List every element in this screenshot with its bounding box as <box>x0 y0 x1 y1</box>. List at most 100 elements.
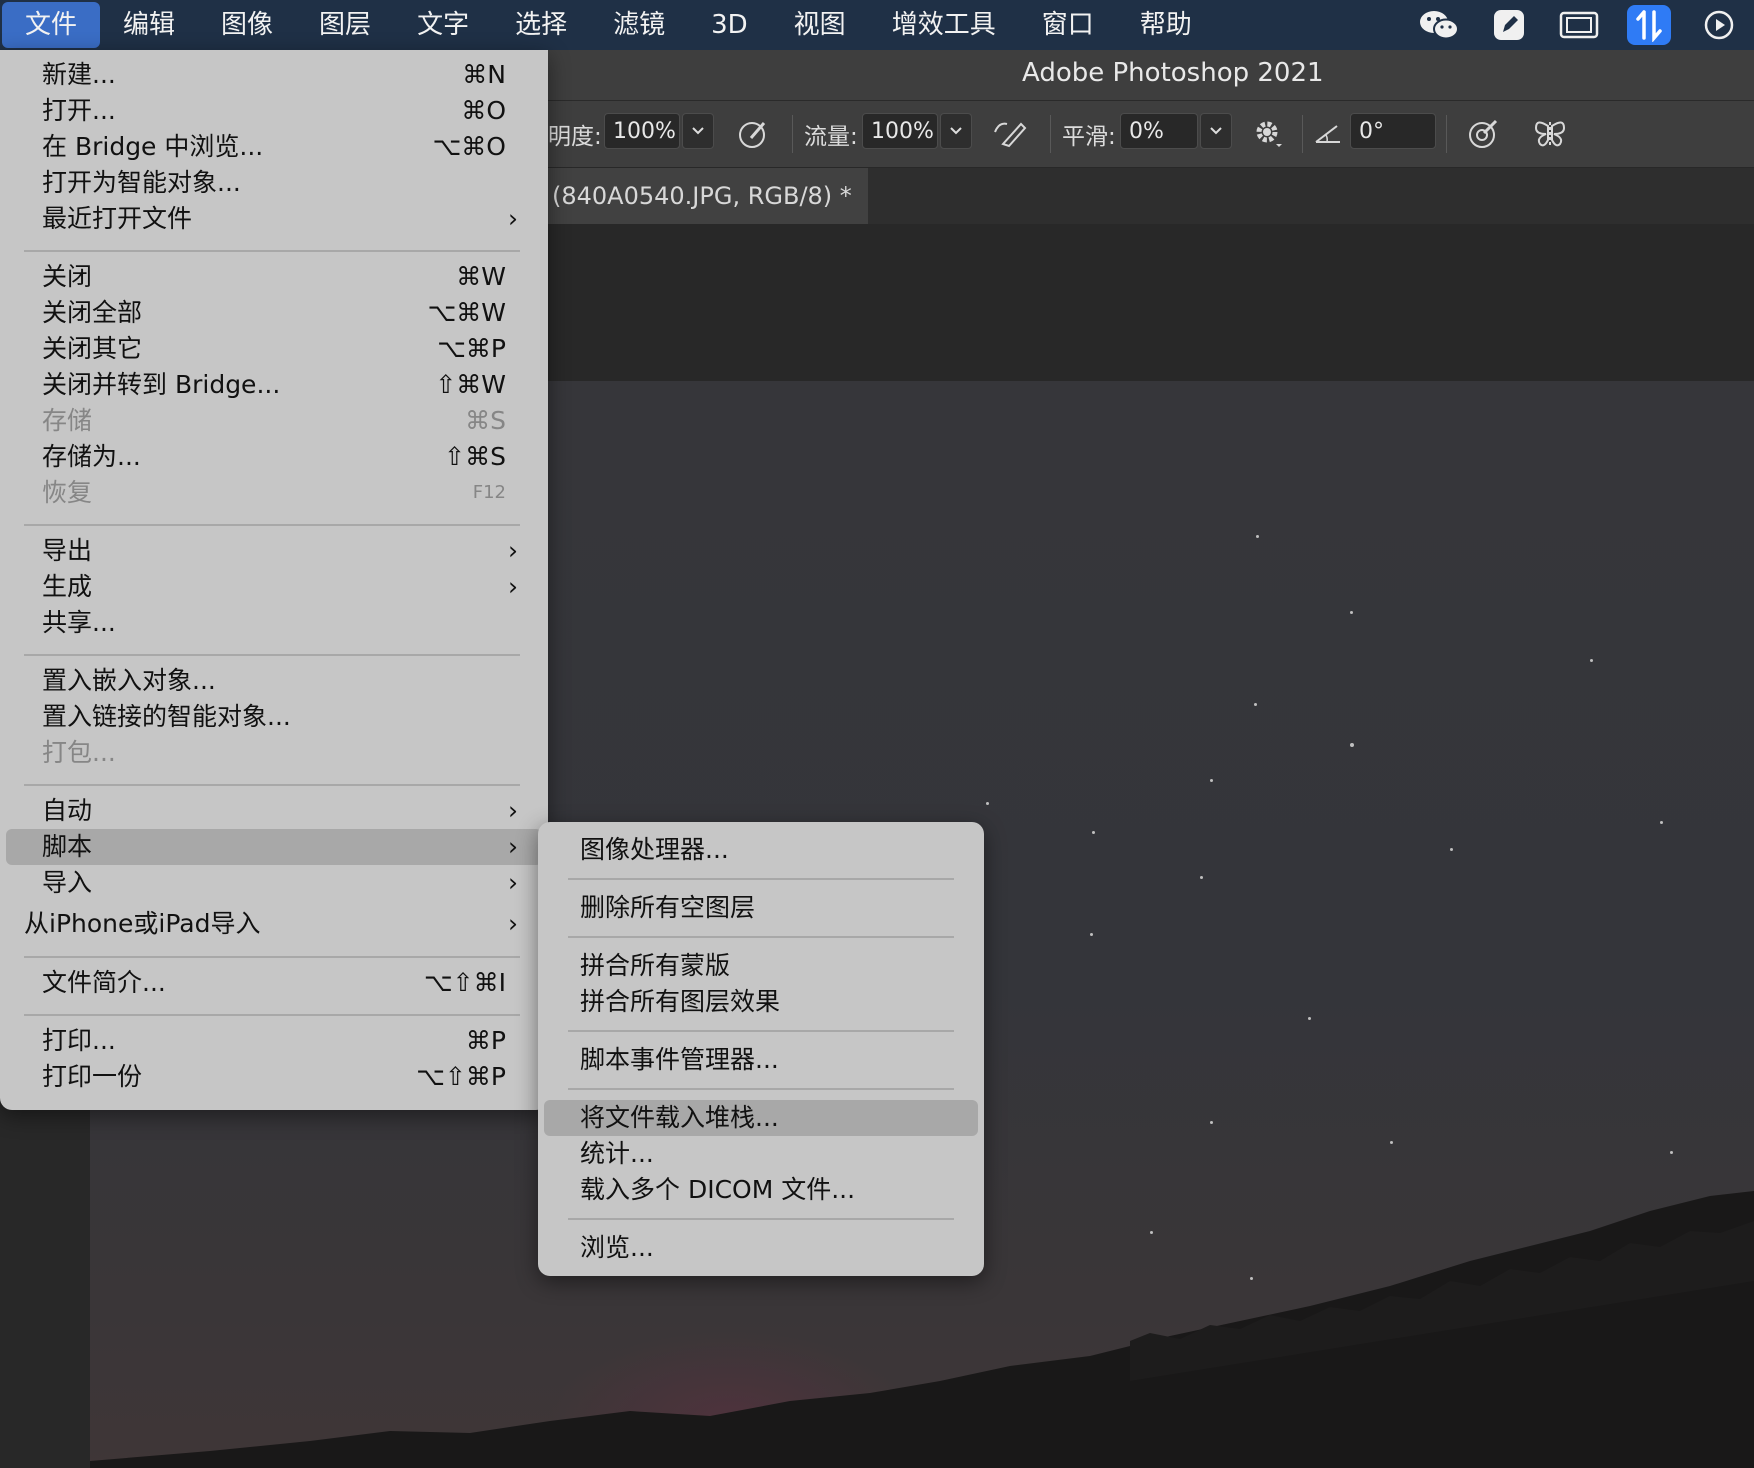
menu-item-load-multiple-dicom[interactable]: 载入多个 DICOM 文件... <box>544 1172 978 1208</box>
menu-item-label: 最近打开文件 <box>42 204 193 233</box>
menu-item-generate[interactable]: 生成 › <box>6 569 542 605</box>
menu-item-import[interactable]: 导入 › <box>6 865 542 901</box>
menu-item-label: 打印... <box>42 1026 116 1055</box>
menu-help[interactable]: 帮助 <box>1117 2 1215 48</box>
menu-item-close-and-go-to-bridge[interactable]: 关闭并转到 Bridge... ⇧⌘W <box>6 367 542 403</box>
symmetry-butterfly-icon[interactable] <box>1530 115 1570 151</box>
menu-item-label: 打开... <box>42 96 116 125</box>
flow-label: 流量: <box>804 124 858 150</box>
shortcut-label: ⌘N <box>462 60 506 89</box>
play-circle-icon[interactable] <box>1697 5 1741 45</box>
menu-item-load-files-into-stack[interactable]: 将文件载入堆栈... <box>544 1100 978 1136</box>
menu-item-close-others[interactable]: 关闭其它 ⌥⌘P <box>6 331 542 367</box>
menu-item-label: 关闭其它 <box>42 334 143 363</box>
menu-item-flatten-all-masks[interactable]: 拼合所有蒙版 <box>544 948 978 984</box>
display-icon[interactable] <box>1557 5 1601 45</box>
menu-window[interactable]: 窗口 <box>1019 2 1117 48</box>
opacity-label: 明度: <box>548 124 602 150</box>
star <box>1210 1121 1213 1124</box>
shortcut-label: ⌥⌘O <box>432 132 507 161</box>
menu-item-file-info[interactable]: 文件简介... ⌥⇧⌘I <box>6 965 542 1001</box>
menu-item-close[interactable]: 关闭 ⌘W <box>6 259 542 295</box>
menu-item-new[interactable]: 新建... ⌘N <box>6 57 542 93</box>
pressure-opacity-icon[interactable] <box>734 115 774 151</box>
angle-field[interactable]: 0° <box>1350 113 1436 149</box>
menu-item-recent-files[interactable]: 最近打开文件 › <box>6 201 542 237</box>
menu-file[interactable]: 文件 <box>2 2 101 48</box>
menu-type[interactable]: 文字 <box>394 2 492 48</box>
menu-separator <box>568 1088 954 1090</box>
menu-item-label: 在 Bridge 中浏览... <box>42 132 264 161</box>
transfer-app-icon[interactable] <box>1627 5 1671 45</box>
menu-item-label: 删除所有空图层 <box>580 893 756 922</box>
chevron-down-icon <box>1210 127 1222 135</box>
menu-item-label: 存储 <box>42 406 93 435</box>
menu-separator <box>24 1014 520 1016</box>
menu-item-flatten-all-layer-effects[interactable]: 拼合所有图层效果 <box>544 984 978 1020</box>
menu-item-delete-empty-layers[interactable]: 删除所有空图层 <box>544 890 978 926</box>
menu-item-place-linked[interactable]: 置入链接的智能对象... <box>6 699 542 735</box>
chevron-right-icon: › <box>508 572 518 601</box>
menu-image[interactable]: 图像 <box>198 2 296 48</box>
flow-field[interactable]: 100% <box>862 113 938 149</box>
star <box>1210 779 1213 782</box>
menu-item-scripts[interactable]: 脚本 › <box>6 829 542 865</box>
menu-bar: 文件 编辑 图像 图层 文字 选择 滤镜 3D 视图 增效工具 窗口 帮助 <box>0 0 1754 50</box>
menu-separator <box>24 250 520 252</box>
pen-app-icon[interactable] <box>1487 5 1531 45</box>
menu-item-print-one-copy[interactable]: 打印一份 ⌥⇧⌘P <box>6 1059 542 1095</box>
menu-item-label: 脚本事件管理器... <box>580 1045 779 1074</box>
star <box>1670 1151 1673 1154</box>
opacity-field[interactable]: 100% <box>604 113 680 149</box>
menu-separator <box>24 524 520 526</box>
airbrush-icon[interactable] <box>990 115 1030 151</box>
menu-item-automate[interactable]: 自动 › <box>6 793 542 829</box>
menu-filter[interactable]: 滤镜 <box>590 2 688 48</box>
menu-select[interactable]: 选择 <box>492 2 590 48</box>
menu-view[interactable]: 视图 <box>771 2 869 48</box>
menu-item-statistics[interactable]: 统计... <box>544 1136 978 1172</box>
pressure-size-icon[interactable] <box>1464 115 1504 151</box>
shortcut-label: ⌥⇧⌘P <box>416 1062 506 1091</box>
menu-item-export[interactable]: 导出 › <box>6 533 542 569</box>
menu-plugins[interactable]: 增效工具 <box>869 2 1019 48</box>
separator <box>1302 115 1303 153</box>
menu-item-import-from-iphone[interactable]: 从iPhone或iPad导入 › <box>6 906 542 942</box>
menu-edit[interactable]: 编辑 <box>100 2 198 48</box>
smoothing-field[interactable]: 0% <box>1120 113 1198 149</box>
separator <box>1050 115 1051 153</box>
menu-item-browse[interactable]: 浏览... <box>544 1230 978 1266</box>
menu-item-save: 存储 ⌘S <box>6 403 542 439</box>
chevron-right-icon: › <box>508 536 518 565</box>
menu-item-open-as-smart-object[interactable]: 打开为智能对象... <box>6 165 542 201</box>
shortcut-label: ⌘W <box>456 262 506 291</box>
star <box>1350 611 1353 614</box>
menu-item-label: 自动 <box>42 796 93 825</box>
menu-layer[interactable]: 图层 <box>296 2 394 48</box>
menu-item-label: 将文件载入堆栈... <box>580 1103 779 1132</box>
menu-item-save-as[interactable]: 存储为... ⇧⌘S <box>6 439 542 475</box>
smoothing-dropdown[interactable] <box>1200 113 1232 149</box>
menu-3d[interactable]: 3D <box>688 2 771 48</box>
menu-item-label: 打开为智能对象... <box>42 168 241 197</box>
menu-item-close-all[interactable]: 关闭全部 ⌥⌘W <box>6 295 542 331</box>
gear-icon[interactable] <box>1248 115 1288 151</box>
menu-item-share[interactable]: 共享... <box>6 605 542 641</box>
flow-dropdown[interactable] <box>940 113 972 149</box>
menu-item-open[interactable]: 打开... ⌘O <box>6 93 542 129</box>
menu-item-image-processor[interactable]: 图像处理器... <box>544 832 978 868</box>
shortcut-label: F12 <box>472 482 506 503</box>
menu-item-browse-in-bridge[interactable]: 在 Bridge 中浏览... ⌥⌘O <box>6 129 542 165</box>
opacity-dropdown[interactable] <box>682 113 714 149</box>
chevron-right-icon: › <box>508 909 518 938</box>
wechat-icon[interactable] <box>1417 5 1461 45</box>
menu-item-print[interactable]: 打印... ⌘P <box>6 1023 542 1059</box>
menu-item-label: 脚本 <box>42 832 93 861</box>
separator <box>792 115 793 153</box>
document-tab[interactable]: (840A0540.JPG, RGB/8) * <box>540 168 868 224</box>
menu-item-place-embedded[interactable]: 置入嵌入对象... <box>6 663 542 699</box>
smoothing-label: 平滑: <box>1062 124 1116 150</box>
star <box>1256 535 1259 538</box>
menu-item-script-events-manager[interactable]: 脚本事件管理器... <box>544 1042 978 1078</box>
menu-item-label: 拼合所有蒙版 <box>580 951 731 980</box>
